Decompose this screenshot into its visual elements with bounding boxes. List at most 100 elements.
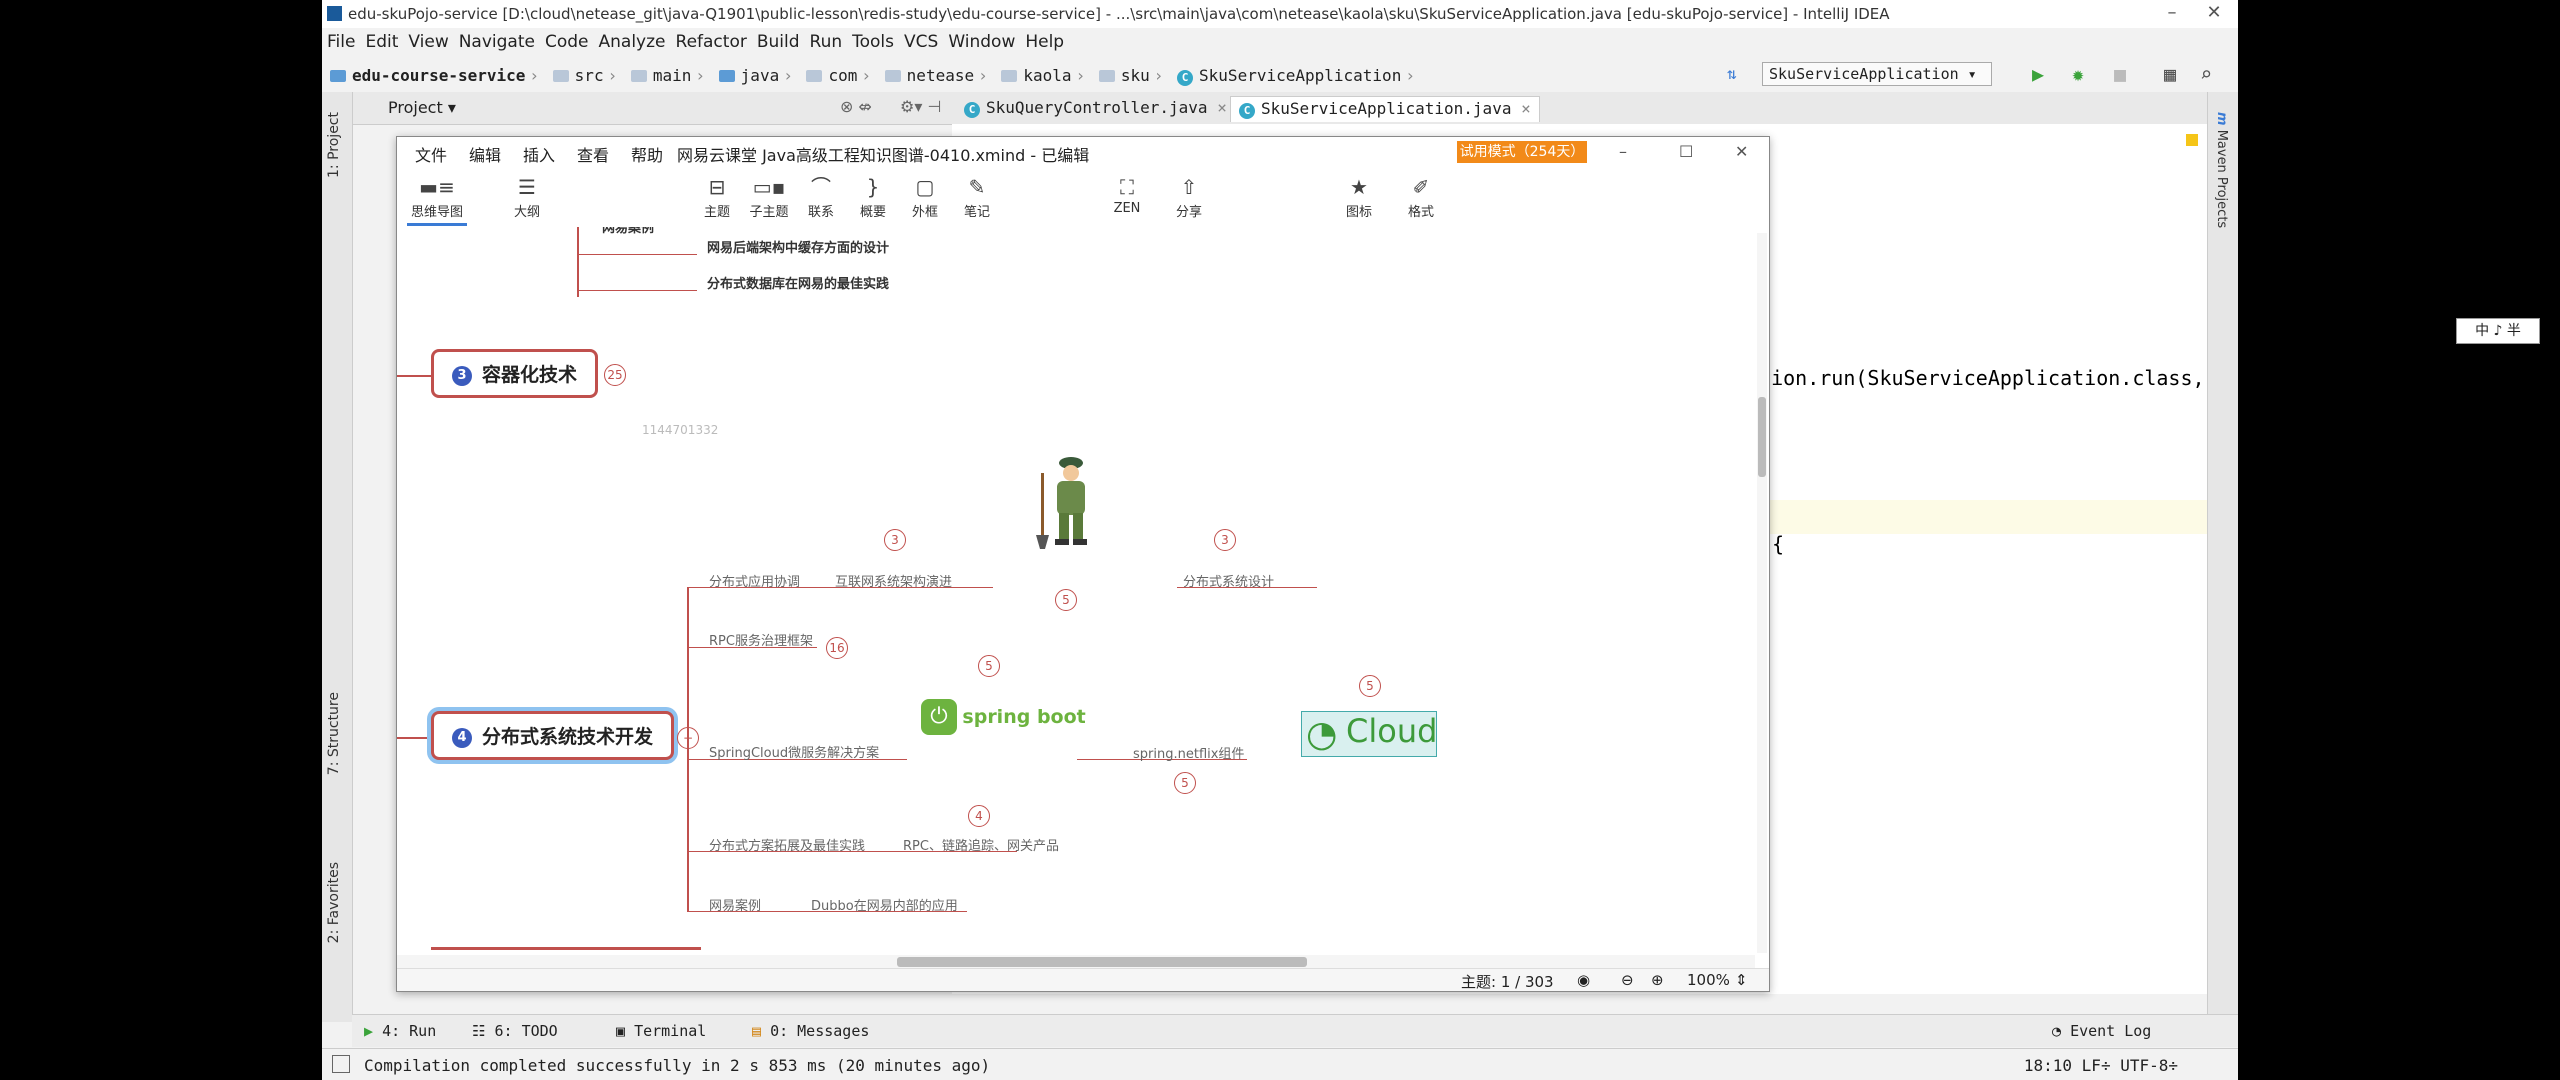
tool-note[interactable]: ✎ 笔记 bbox=[947, 173, 1007, 220]
branch-coordination[interactable]: 分布式应用协调 bbox=[709, 571, 800, 590]
branch-expansion[interactable]: 分布式方案拓展及最佳实践 bbox=[709, 835, 865, 854]
xm-close-button[interactable]: ✕ bbox=[1735, 142, 1748, 161]
zoom-out-button[interactable]: ⊖ bbox=[1621, 971, 1634, 989]
breadcrumb-item[interactable]: main bbox=[653, 66, 692, 85]
tool-tab-todo[interactable]: ☷ 6: TODO bbox=[472, 1022, 558, 1040]
count-badge[interactable]: 16 bbox=[826, 637, 848, 659]
search-icon[interactable]: ⌕ bbox=[2200, 62, 2212, 86]
tool-tab-favorites[interactable]: 2: Favorites bbox=[326, 862, 342, 943]
tool-tab-maven[interactable]: m Maven Projects bbox=[2214, 112, 2229, 228]
zoom-level[interactable]: 100% bbox=[1687, 971, 1730, 989]
xm-menu-insert[interactable]: 插入 bbox=[523, 142, 555, 166]
menu-view[interactable]: View bbox=[403, 28, 453, 52]
close-tab-icon[interactable]: × bbox=[1217, 98, 1227, 117]
tab-skuquerycontroller[interactable]: C SkuQueryController.java × bbox=[956, 96, 1235, 122]
breadcrumb-item[interactable]: src bbox=[575, 66, 604, 85]
vertical-scroll-thumb[interactable] bbox=[1758, 397, 1766, 477]
count-badge[interactable]: 5 bbox=[1174, 772, 1196, 794]
breadcrumb-item[interactable]: edu-course-service bbox=[352, 66, 525, 85]
tool-mindmap[interactable]: ▬≡ 思维导图 bbox=[407, 173, 467, 226]
tool-format[interactable]: ✐ 格式 bbox=[1391, 173, 1451, 220]
close-button[interactable]: ✕ bbox=[2194, 2, 2234, 26]
breadcrumb-item[interactable]: java bbox=[741, 66, 780, 85]
tool-share[interactable]: ⇧ 分享 bbox=[1159, 173, 1219, 220]
menu-help[interactable]: Help bbox=[1020, 28, 1069, 52]
mindmap-canvas[interactable]: 网易案例 网易后端架构中缓存方面的设计 分布式数据库在网易的最佳实践 3 容器化技… bbox=[397, 227, 1769, 951]
count-badge[interactable]: 3 bbox=[1214, 529, 1236, 551]
collapse-icon[interactable]: ⊗ ⇎ bbox=[840, 97, 872, 116]
topic-distributed-dev[interactable]: 4 分布式系统技术开发 bbox=[431, 711, 675, 760]
close-tab-icon[interactable]: × bbox=[1521, 99, 1531, 118]
menu-edit[interactable]: Edit bbox=[360, 28, 403, 52]
tool-outline[interactable]: ☰ 大纲 bbox=[497, 173, 557, 220]
menu-code[interactable]: Code bbox=[540, 28, 594, 52]
horizontal-scroll-thumb[interactable] bbox=[897, 957, 1307, 967]
topic-item[interactable]: 网易后端架构中缓存方面的设计 bbox=[707, 237, 889, 256]
menu-build[interactable]: Build bbox=[752, 28, 805, 52]
tool-topic[interactable]: ⊟ 主题 bbox=[687, 173, 747, 220]
tool-tab-run[interactable]: ▶ 4: Run bbox=[364, 1022, 436, 1040]
breadcrumb-item[interactable]: sku bbox=[1121, 66, 1150, 85]
tool-boundary[interactable]: ▢ 外框 bbox=[895, 173, 955, 220]
toggle-toolwindows-icon[interactable] bbox=[332, 1055, 350, 1073]
count-badge[interactable]: 25 bbox=[604, 364, 626, 386]
minimize-button[interactable]: – bbox=[2152, 2, 2192, 26]
menu-refactor[interactable]: Refactor bbox=[671, 28, 752, 52]
branch-evolution[interactable]: 互联网系统架构演进 bbox=[835, 571, 952, 590]
menu-window[interactable]: Window bbox=[943, 28, 1020, 52]
count-badge[interactable]: 4 bbox=[968, 805, 990, 827]
breadcrumb-item[interactable]: kaola bbox=[1023, 66, 1071, 85]
breadcrumb-item[interactable]: SkuServiceApplication bbox=[1199, 66, 1401, 85]
count-badge[interactable]: 5 bbox=[1359, 675, 1381, 697]
topic-container-tech[interactable]: 3 容器化技术 bbox=[431, 349, 599, 398]
branch-case[interactable]: 网易案例 bbox=[709, 895, 761, 914]
xm-menu-view[interactable]: 查看 bbox=[577, 142, 609, 166]
sort-icon[interactable]: ⇅ bbox=[1727, 64, 1737, 83]
branch-rpc-trace[interactable]: RPC、链路追踪、网关产品 bbox=[903, 835, 1059, 854]
cloud-logo[interactable]: ◔ Cloud bbox=[1301, 711, 1437, 757]
tool-zen[interactable]: ⛶ ZEN bbox=[1097, 173, 1157, 216]
breadcrumb-item[interactable]: netease bbox=[907, 66, 974, 85]
status-info[interactable]: 18:10 LF÷ UTF-8÷ bbox=[2024, 1056, 2178, 1075]
soldier-image[interactable] bbox=[1033, 453, 1109, 553]
branch-netflix[interactable]: spring.netflix组件 bbox=[1133, 743, 1244, 762]
tool-subtopic[interactable]: ▭▪ 子主题 bbox=[739, 173, 799, 220]
branch-rpc[interactable]: RPC服务治理框架 bbox=[709, 630, 813, 649]
eye-icon[interactable]: ◉ bbox=[1577, 971, 1590, 989]
project-structure-icon[interactable]: ▦ bbox=[2164, 62, 2176, 86]
settings-icon[interactable]: ⚙▾ ⊣ bbox=[900, 97, 941, 116]
breadcrumb-item[interactable]: com bbox=[828, 66, 857, 85]
ime-indicator[interactable]: 中 ♪ 半 bbox=[2456, 318, 2540, 344]
count-badge[interactable]: 5 bbox=[1055, 589, 1077, 611]
xm-menu-edit[interactable]: 编辑 bbox=[469, 142, 501, 166]
xm-maximize-button[interactable]: ☐ bbox=[1679, 142, 1693, 161]
xm-menu-help[interactable]: 帮助 bbox=[631, 142, 663, 166]
xm-minimize-button[interactable]: – bbox=[1619, 142, 1627, 161]
zoom-in-button[interactable]: ⊕ bbox=[1651, 971, 1664, 989]
menu-tools[interactable]: Tools bbox=[847, 28, 899, 52]
count-badge[interactable]: 5 bbox=[978, 655, 1000, 677]
tab-skuserviceapplication[interactable]: C SkuServiceApplication.java × bbox=[1230, 96, 1540, 122]
tool-tab-messages[interactable]: ▤ 0: Messages bbox=[752, 1022, 869, 1040]
run-icon[interactable]: ▶ bbox=[2032, 62, 2044, 86]
tool-tab-structure[interactable]: 7: Structure bbox=[326, 692, 342, 775]
menu-file[interactable]: File bbox=[322, 28, 360, 52]
topic-item[interactable]: 网易案例 bbox=[602, 227, 654, 236]
debug-icon[interactable]: ✹ bbox=[2072, 62, 2084, 86]
vertical-scrollbar[interactable] bbox=[1757, 233, 1767, 953]
tool-summary[interactable]: } 概要 bbox=[843, 173, 903, 220]
stop-icon[interactable]: ■ bbox=[2114, 62, 2126, 86]
trial-badge[interactable]: 试用模式（254天） bbox=[1457, 141, 1587, 163]
menu-analyze[interactable]: Analyze bbox=[594, 28, 671, 52]
menu-vcs[interactable]: VCS bbox=[899, 28, 943, 52]
event-log-button[interactable]: ◔ Event Log bbox=[2052, 1022, 2151, 1040]
tool-tab-project[interactable]: 1: Project bbox=[326, 112, 342, 178]
tool-relationship[interactable]: ⌒ 联系 bbox=[791, 173, 851, 220]
run-config-select[interactable]: SkuServiceApplication ▾ bbox=[1762, 62, 1992, 86]
xm-menu-file[interactable]: 文件 bbox=[415, 142, 447, 166]
topic-item[interactable]: 分布式数据库在网易的最佳实践 bbox=[707, 273, 889, 292]
springboot-logo[interactable]: ⏻ spring boot bbox=[921, 699, 1086, 735]
tool-tab-terminal[interactable]: ▣ Terminal bbox=[616, 1022, 706, 1040]
branch-dubbo[interactable]: Dubbo在网易内部的应用 bbox=[811, 895, 958, 914]
count-badge[interactable]: 3 bbox=[884, 529, 906, 551]
